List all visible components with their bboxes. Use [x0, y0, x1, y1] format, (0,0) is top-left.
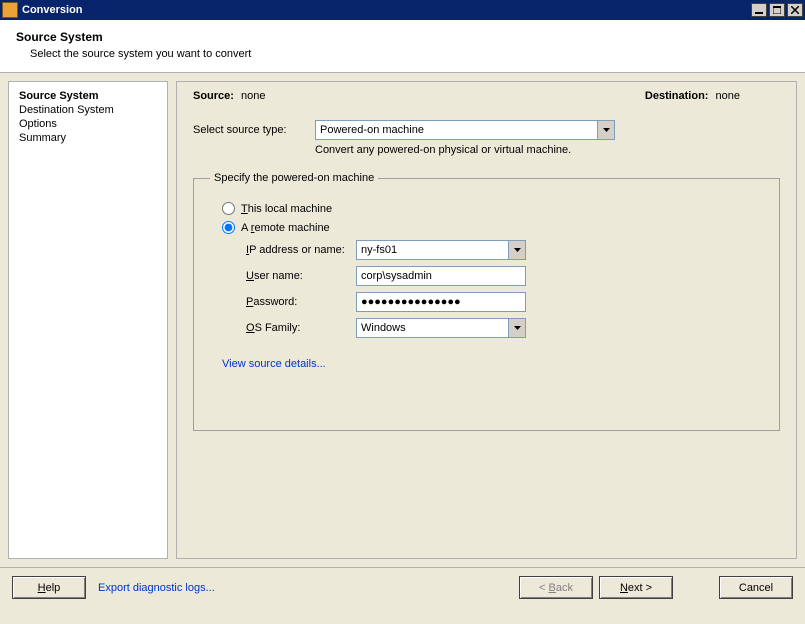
source-type-hint: Convert any powered-on physical or virtu… — [315, 144, 780, 156]
ip-address-label: IP address or name: — [246, 244, 356, 256]
os-family-label: OS Family: — [246, 322, 356, 334]
window-title: Conversion — [22, 4, 83, 16]
sidebar-item-summary[interactable]: Summary — [19, 132, 157, 144]
sidebar-item-options[interactable]: Options — [19, 118, 157, 130]
view-source-details-link[interactable]: View source details... — [222, 358, 326, 370]
sidebar-item-destination-system[interactable]: Destination System — [19, 104, 157, 116]
close-button[interactable] — [787, 3, 803, 17]
export-logs-link[interactable]: Export diagnostic logs... — [98, 582, 215, 594]
password-label: Password: — [246, 296, 356, 308]
os-family-select[interactable] — [356, 318, 526, 338]
radio-local-label: This local machine — [241, 203, 332, 215]
fieldset-legend: Specify the powered-on machine — [210, 172, 378, 184]
source-type-select[interactable] — [315, 120, 615, 140]
source-value: none — [241, 90, 265, 102]
chevron-down-icon[interactable] — [508, 241, 525, 259]
radio-remote-label: A remote machine — [241, 222, 330, 234]
username-input[interactable] — [356, 266, 526, 286]
destination-value: none — [716, 90, 740, 102]
chevron-down-icon[interactable] — [597, 121, 614, 139]
page-title: Source System — [16, 30, 789, 44]
cancel-button[interactable]: Cancel — [719, 576, 793, 599]
destination-label: Destination: — [645, 90, 709, 102]
title-bar: Conversion — [0, 0, 805, 20]
wizard-steps-sidebar: Source System Destination System Options… — [8, 81, 168, 559]
next-button[interactable]: Next > — [599, 576, 673, 599]
os-family-value[interactable] — [357, 319, 508, 337]
maximize-button[interactable] — [769, 3, 785, 17]
wizard-header: Source System Select the source system y… — [0, 20, 805, 73]
source-type-value[interactable] — [316, 121, 597, 139]
source-type-label: Select source type: — [193, 124, 311, 136]
help-button[interactable]: Help — [12, 576, 86, 599]
back-button[interactable]: < Back — [519, 576, 593, 599]
minimize-button[interactable] — [751, 3, 767, 17]
ip-address-combo[interactable] — [356, 240, 526, 260]
radio-remote-machine[interactable] — [222, 221, 235, 234]
wizard-footer: Help Export diagnostic logs... < Back Ne… — [0, 567, 805, 607]
username-label: User name: — [246, 270, 356, 282]
ip-address-input[interactable] — [357, 241, 508, 259]
source-label: Source: — [193, 90, 234, 102]
radio-local-machine[interactable] — [222, 202, 235, 215]
chevron-down-icon[interactable] — [508, 319, 525, 337]
content-panel: Source: none Destination: none Select so… — [176, 81, 797, 559]
specify-machine-fieldset: Specify the powered-on machine This loca… — [193, 172, 780, 431]
password-input[interactable] — [356, 292, 526, 312]
app-icon — [2, 2, 18, 18]
sidebar-item-source-system[interactable]: Source System — [19, 90, 157, 102]
page-subtitle: Select the source system you want to con… — [30, 48, 789, 60]
